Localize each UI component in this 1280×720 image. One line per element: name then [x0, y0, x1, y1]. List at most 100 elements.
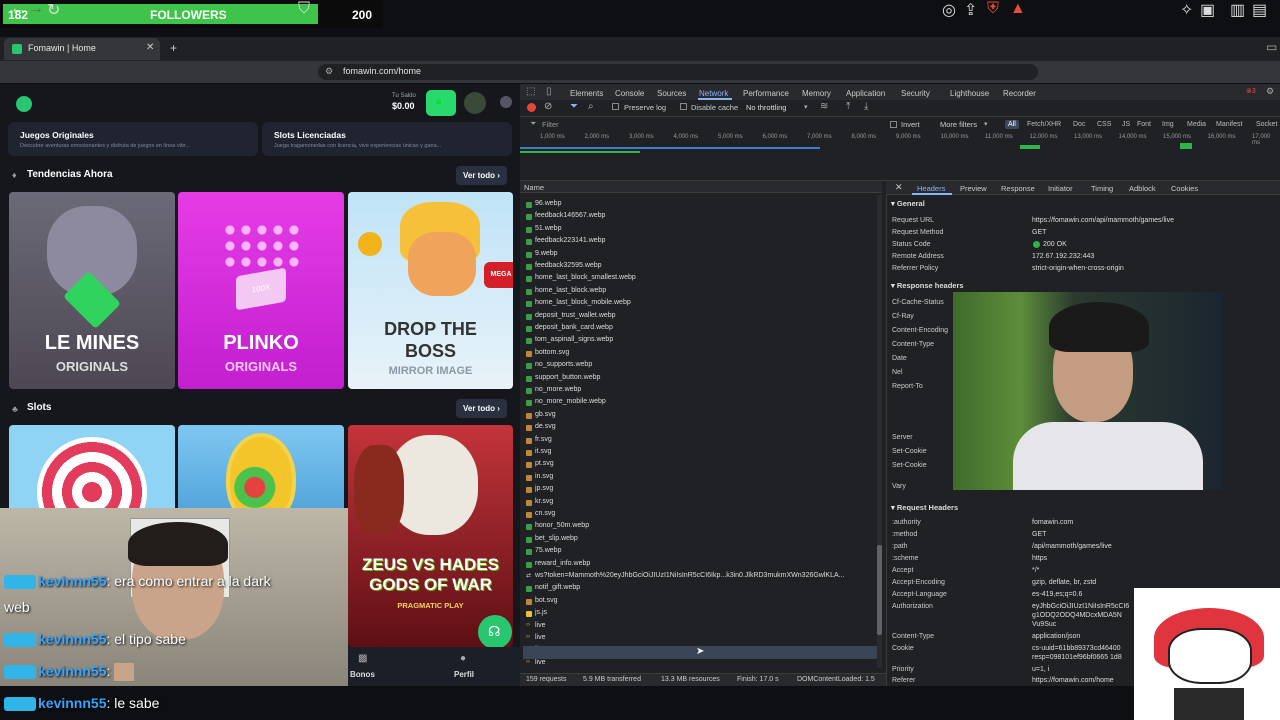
wifi-icon[interactable]: ≋	[820, 101, 828, 112]
detail-tab-timing[interactable]: Timing	[1091, 184, 1113, 193]
request-row[interactable]: ‹› live	[523, 621, 878, 633]
throttling-select[interactable]: No throttling	[746, 103, 786, 112]
download-icon[interactable]: ⤓	[864, 101, 868, 112]
detail-tab-initiator[interactable]: Initiator	[1048, 184, 1073, 193]
request-row[interactable]: bot.svg	[523, 596, 878, 608]
device-icon[interactable]: ▯	[546, 86, 552, 97]
devtools-tab-elements[interactable]: Elements	[570, 89, 603, 98]
inspect-icon[interactable]: ⬚	[526, 86, 535, 97]
rewards-icon[interactable]: ▲	[1010, 0, 1026, 18]
request-row[interactable]: tom_aspinall_signs.webp	[523, 335, 878, 347]
request-row[interactable]: feedback32595.webp	[523, 261, 878, 273]
devtools-tab-console[interactable]: Console	[615, 89, 644, 98]
more-filters-button[interactable]: More filters	[940, 120, 977, 129]
type-filter-all[interactable]: All	[1005, 120, 1019, 129]
detail-tab-response[interactable]: Response	[1001, 184, 1035, 193]
address-bar[interactable]	[318, 64, 1038, 80]
type-filter-css[interactable]: CSS	[1097, 121, 1111, 128]
detail-tab-headers[interactable]: Headers	[917, 184, 945, 193]
devtools-tab-recorder[interactable]: Recorder	[1003, 89, 1036, 98]
chat-username[interactable]: kevinnn55	[38, 573, 106, 589]
user-icon[interactable]: ●	[460, 653, 466, 664]
nav-bonos[interactable]: Bonos	[350, 670, 375, 679]
request-headers-toggle[interactable]: ▾ Request Headers	[891, 503, 958, 512]
request-row[interactable]: 9.webp	[523, 249, 878, 261]
error-count-icon[interactable]: ⊗3	[1246, 87, 1256, 95]
preserve-log-checkbox[interactable]	[612, 103, 619, 110]
fomawin-logo-icon[interactable]	[16, 96, 32, 112]
close-tab-icon[interactable]: ✕	[146, 42, 154, 53]
scrollbar-thumb[interactable]	[877, 545, 882, 635]
extensions-icon[interactable]: ✧	[1180, 0, 1193, 20]
request-row[interactable]: bet_slip.webp	[523, 534, 878, 546]
request-row[interactable]: feedback146567.webp	[523, 211, 878, 223]
type-filter-manifest[interactable]: Manifest	[1216, 121, 1242, 128]
request-row[interactable]: home_last_block_smallest.webp	[523, 273, 878, 285]
invert-checkbox[interactable]	[890, 121, 897, 128]
request-row[interactable]: fr.svg	[523, 435, 878, 447]
request-row[interactable]: de.svg	[523, 422, 878, 434]
request-row[interactable]: pt.svg	[523, 459, 878, 471]
devtools-tab-security[interactable]: Security	[901, 89, 930, 98]
request-row[interactable]: gb.svg	[523, 410, 878, 422]
request-row[interactable]: home_last_block_mobile.webp	[523, 298, 878, 310]
request-row[interactable]: ‹› live	[523, 633, 878, 645]
nav-perfil[interactable]: Perfil	[454, 670, 474, 679]
detail-tab-adblock[interactable]: Adblock	[1129, 184, 1156, 193]
see-all-trending-button[interactable]: Ver todo ›	[456, 166, 507, 185]
devtools-tab-lighthouse[interactable]: Lighthouse	[950, 89, 989, 98]
filter-icon[interactable]: ⏷	[570, 101, 578, 112]
support-button[interactable]: ☊	[478, 615, 512, 649]
category-originals[interactable]: Juegos Originales Descubre aventuras emo…	[8, 122, 258, 156]
request-row[interactable]: jp.svg	[523, 484, 878, 496]
devtools-tab-performance[interactable]: Performance	[743, 89, 789, 98]
general-section-toggle[interactable]: ▾ General	[891, 199, 925, 208]
filter-input[interactable]: Filter	[542, 120, 559, 129]
request-row[interactable]: deposit_bank_card.webp	[523, 323, 878, 335]
disable-cache-checkbox[interactable]	[680, 103, 687, 110]
request-row[interactable]: 96.webp	[523, 199, 878, 211]
game-tile-drop-the-boss[interactable]: MEGA DROP THE BOSS MIRROR IMAGE	[348, 192, 513, 389]
chat-username[interactable]: kevinnn55	[38, 695, 106, 711]
game-tile-zeus-vs-hades[interactable]: ZEUS VS HADES GODS OF WAR PRAGMATIC PLAY	[348, 425, 513, 647]
share-icon[interactable]: ⇪	[964, 0, 977, 20]
request-row[interactable]: honor_50m.webp	[523, 521, 878, 533]
devtools-tab-application[interactable]: Application	[846, 89, 885, 98]
request-row[interactable]: ‹› live	[523, 658, 878, 670]
game-tile-le-mines[interactable]: LE MINES ORIGINALS	[9, 192, 175, 389]
type-filter-font[interactable]: Font	[1137, 121, 1151, 128]
type-filter-media[interactable]: Media	[1187, 121, 1206, 128]
brave-shield-icon[interactable]: ⛨	[987, 0, 999, 18]
clear-icon[interactable]: ⊘	[544, 101, 552, 112]
close-detail-icon[interactable]: ✕	[895, 182, 903, 193]
search-icon[interactable]: ⌕	[588, 101, 594, 112]
request-row[interactable]: 51.webp	[523, 224, 878, 236]
wallet-button[interactable]: 🔒︎	[426, 90, 456, 116]
site-info-icon[interactable]: ⚙	[325, 66, 333, 77]
request-row[interactable]: deposit_trust_wallet.webp	[523, 311, 878, 323]
request-row[interactable]: support_button.webp	[523, 373, 878, 385]
new-tab-button[interactable]: +	[170, 41, 177, 55]
gift-icon[interactable]: ▩	[358, 653, 367, 664]
detail-tab-cookies[interactable]: Cookies	[1171, 184, 1198, 193]
chat-username[interactable]: kevinnn55	[38, 663, 106, 679]
eye-off-icon[interactable]: ◎	[942, 0, 956, 20]
request-row[interactable]: ⇄ ws?token=Mammoth%20eyJhbGciOiJIUzI1NiIs…	[523, 571, 878, 583]
bookmark-icon[interactable]: ⛉	[298, 0, 310, 18]
category-licensed-slots[interactable]: Slots Licenciadas Juega tragamonedas con…	[262, 122, 512, 156]
request-row[interactable]: home_last_block.webp	[523, 286, 878, 298]
type-filter-js[interactable]: JS	[1122, 121, 1130, 128]
devtools-tab-network[interactable]: Network	[699, 89, 728, 98]
type-filter-img[interactable]: Img	[1162, 121, 1174, 128]
wallet-icon[interactable]: ▤	[1252, 0, 1267, 20]
request-row[interactable]: it.svg	[523, 447, 878, 459]
type-filter-doc[interactable]: Doc	[1073, 121, 1085, 128]
request-row[interactable]: no_more_mobile.webp	[523, 397, 878, 409]
request-row[interactable]: notif_gift.webp	[523, 583, 878, 595]
tab-search-icon[interactable]: ▭	[1266, 40, 1277, 54]
request-row[interactable]: in.svg	[523, 472, 878, 484]
avatar[interactable]	[464, 92, 486, 114]
request-row[interactable]: kr.svg	[523, 497, 878, 509]
request-row[interactable]: js.js	[523, 608, 878, 620]
response-headers-toggle[interactable]: ▾ Response headers	[891, 281, 964, 290]
